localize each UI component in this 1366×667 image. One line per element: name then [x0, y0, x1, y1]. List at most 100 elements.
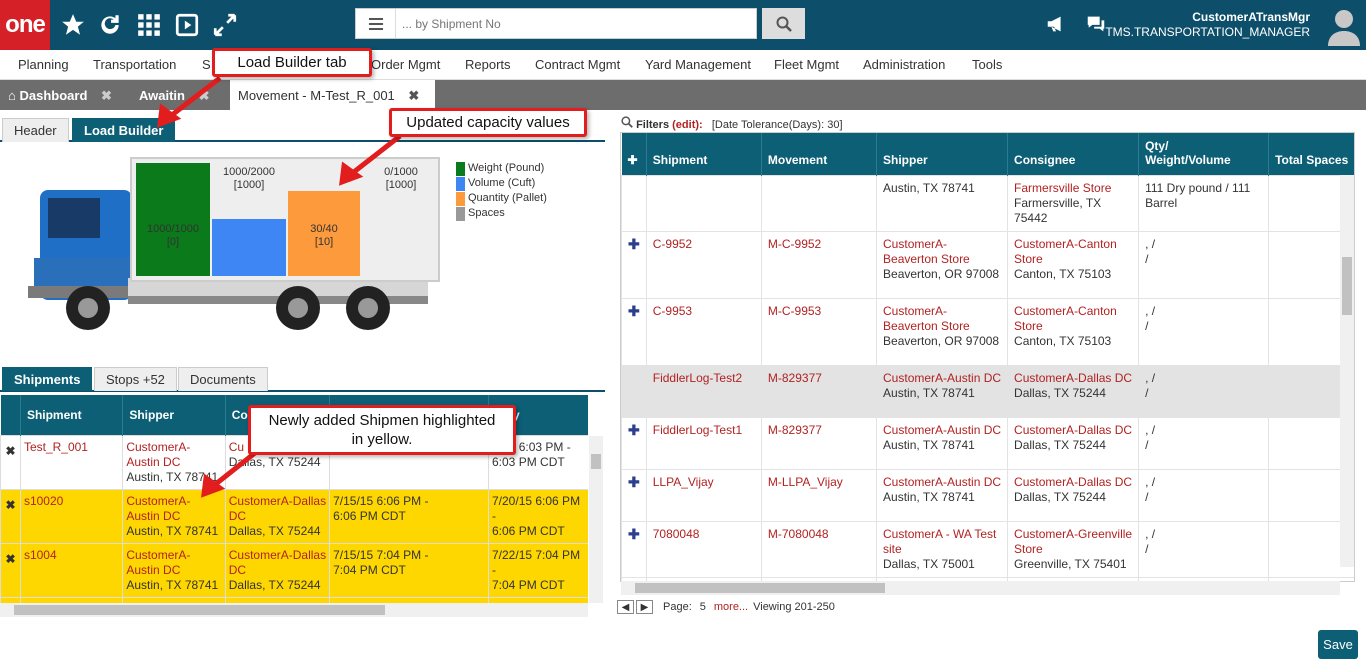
plus-icon[interactable]: ✚ [628, 474, 640, 490]
col-shipper[interactable]: Shipper [876, 133, 1009, 175]
tab-awaiting[interactable]: Awaitin ✖ [131, 80, 227, 110]
movement-link[interactable]: M-829377 [768, 423, 822, 437]
prev-page-button[interactable]: ◀ [617, 600, 634, 614]
nav-reports[interactable]: Reports [465, 57, 511, 72]
consignee-link[interactable]: CustomerA-Dallas DC [229, 494, 326, 524]
table-row[interactable]: ✚ 7080048 M-7080048 CustomerA - WA Test sit… [621, 520, 1354, 578]
remove-icon[interactable]: ✖ [0, 542, 21, 598]
col-consignee[interactable]: Consignee [1007, 133, 1140, 175]
plus-icon[interactable]: ✚ [628, 526, 640, 542]
nav-planning[interactable]: Planning [18, 57, 69, 72]
search-button[interactable] [762, 8, 805, 39]
table-row[interactable]: ✚ C-9952 M-C-9952 CustomerA- Beaverton Stor… [621, 230, 1354, 299]
plus-icon[interactable]: ✚ [628, 236, 640, 252]
avatar-icon[interactable] [1326, 6, 1362, 46]
shipment-link[interactable]: FiddlerLog-Test1 [653, 423, 742, 437]
tab-movement[interactable]: Movement - M-Test_R_001 ✖ [230, 80, 435, 110]
consignee-link[interactable]: Farmersville Store [1014, 181, 1132, 196]
movement-link[interactable]: M-LLPA_Vijay [768, 475, 843, 489]
right-grid-vscroll[interactable] [1340, 175, 1354, 567]
table-row[interactable]: FiddlerLog-Test2 M-829377 CustomerA-Austin… [621, 364, 1354, 418]
table-row[interactable]: ✖ s1004 CustomerA- Austin DC Austin, TX 787… [0, 542, 588, 598]
next-page-button[interactable]: ▶ [636, 600, 653, 614]
col-movement[interactable]: Movement [761, 133, 878, 175]
close-icon[interactable]: ✖ [101, 88, 112, 103]
consignee-link[interactable]: CustomerA-Dallas DC [229, 548, 326, 578]
table-row[interactable]: ✖ s10020 CustomerA- Austin DC Austin, TX 78… [0, 488, 588, 544]
nav-yard-management[interactable]: Yard Management [645, 57, 751, 72]
shipment-link[interactable]: 7080048 [653, 527, 700, 541]
movement-link[interactable]: M-7080048 [768, 527, 829, 541]
app-logo[interactable]: one [0, 0, 50, 50]
star-icon[interactable] [60, 12, 86, 38]
search-input[interactable] [402, 13, 742, 35]
shipper-link[interactable]: CustomerA- Austin DC [126, 494, 221, 524]
user-info[interactable]: CustomerATransMgr TMS.TRANSPORTATION_MAN… [1105, 10, 1310, 40]
menu-icon[interactable] [356, 9, 396, 38]
consignee-link[interactable]: CustomerA-Dallas DC [1014, 423, 1132, 438]
nav-tools[interactable]: Tools [972, 57, 1002, 72]
plus-icon[interactable]: ✚ [628, 303, 640, 319]
shipper-link[interactable]: CustomerA- Beaverton Store [883, 237, 1001, 267]
shipment-link[interactable]: LLPA_Vijay [653, 475, 714, 489]
movement-link[interactable]: M-829377 [768, 371, 822, 385]
nav-administration[interactable]: Administration [863, 57, 945, 72]
shipper-link[interactable]: CustomerA- Austin DC [126, 548, 221, 578]
tab-load-builder[interactable]: Load Builder [72, 118, 176, 142]
consignee-link[interactable]: CustomerA-Canton Store [1014, 237, 1132, 267]
expand-icon[interactable] [212, 12, 238, 38]
tab-stops[interactable]: Stops +52 [94, 367, 177, 391]
table-row[interactable]: ✚ FiddlerLog-Test1 M-829377 CustomerA-Austi… [621, 416, 1354, 470]
tab-dashboard[interactable]: ⌂ Dashboard ✖ [0, 80, 125, 110]
nav-contract-mgmt[interactable]: Contract Mgmt [535, 57, 620, 72]
shipment-link[interactable]: s1004 [24, 548, 57, 562]
col-qty[interactable]: Qty/ Weight/Volume [1138, 133, 1270, 175]
shipment-link[interactable]: C-9953 [653, 304, 692, 318]
save-button[interactable]: Save [1318, 630, 1358, 659]
filters-edit-link[interactable]: (edit): [672, 119, 703, 131]
left-grid-hscroll[interactable] [0, 603, 588, 617]
close-icon[interactable]: ✖ [408, 88, 419, 103]
col-shipment[interactable]: Shipment [646, 133, 762, 175]
col-total-spaces[interactable]: Total Spaces [1268, 133, 1354, 175]
table-row[interactable]: ✚ C-9953 M-C-9953 CustomerA- Beaverton Stor… [621, 297, 1354, 366]
shipment-link[interactable]: C-9952 [653, 237, 692, 251]
col-shipper[interactable]: Shipper [122, 395, 226, 435]
movement-link[interactable]: M-C-9953 [768, 304, 821, 318]
right-grid-hscroll[interactable] [621, 581, 1340, 595]
pager-more-link[interactable]: more... [714, 601, 748, 613]
col-shipment[interactable]: Shipment [20, 395, 124, 435]
play-box-icon[interactable] [174, 12, 200, 38]
tab-shipments[interactable]: Shipments [2, 367, 93, 391]
remove-icon[interactable]: ✖ [0, 488, 21, 544]
remove-icon[interactable]: ✖ [0, 434, 21, 490]
consignee-link[interactable]: CustomerA-Dallas DC [1014, 371, 1132, 386]
shipper-link[interactable]: CustomerA-Austin DC [883, 371, 1001, 386]
close-icon[interactable]: ✖ [199, 88, 210, 103]
nav-fleet-mgmt[interactable]: Fleet Mgmt [774, 57, 839, 72]
shipper-link[interactable]: CustomerA-Austin DC [883, 423, 1001, 438]
plus-icon[interactable]: ✚ [628, 153, 638, 167]
tab-documents[interactable]: Documents [178, 367, 268, 391]
tab-header[interactable]: Header [2, 118, 69, 142]
shipment-link[interactable]: Test_R_001 [24, 440, 88, 454]
table-row[interactable]: ✚ LLPA_Vijay M-LLPA_Vijay CustomerA-Austin … [621, 468, 1354, 522]
shipper-link[interactable]: CustomerA- Beaverton Store [883, 304, 1001, 334]
nav-order-mgmt[interactable]: Order Mgmt [371, 57, 440, 72]
shipment-link[interactable]: FiddlerLog-Test2 [653, 371, 742, 385]
shipper-link[interactable]: CustomerA- Austin DC [126, 440, 221, 470]
shipment-link[interactable]: s10020 [24, 494, 63, 508]
apps-grid-icon[interactable] [136, 12, 162, 38]
nav-s[interactable]: S [202, 57, 211, 72]
refresh-icon[interactable] [97, 12, 123, 38]
consignee-link[interactable]: CustomerA-Canton Store [1014, 304, 1132, 334]
megaphone-icon[interactable] [1044, 13, 1068, 35]
left-grid-vscroll[interactable] [589, 436, 603, 603]
shipper-link[interactable]: CustomerA - WA Test site [883, 527, 1001, 557]
shipper-link[interactable]: CustomerA-Austin DC [883, 475, 1001, 490]
nav-transportation[interactable]: Transportation [93, 57, 176, 72]
consignee-link[interactable]: CustomerA-Dallas DC [1014, 475, 1132, 490]
table-row[interactable]: Austin, TX 78741 Farmersville Store Farmer… [621, 174, 1354, 232]
consignee-link[interactable]: CustomerA-Greenville Store [1014, 527, 1132, 557]
movement-link[interactable]: M-C-9952 [768, 237, 821, 251]
